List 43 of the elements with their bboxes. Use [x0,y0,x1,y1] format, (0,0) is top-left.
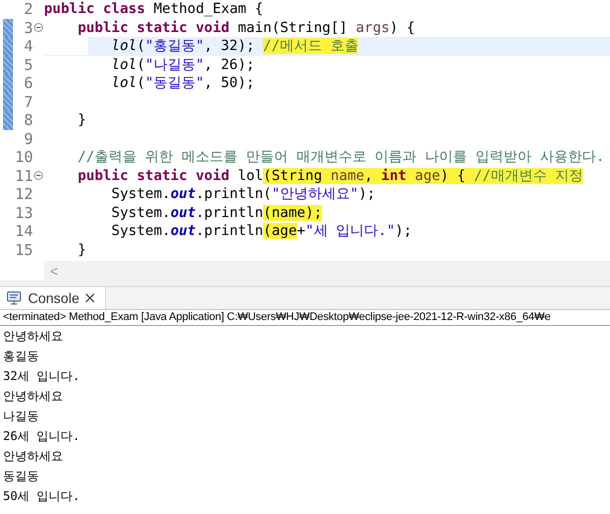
code-editor[interactable] [0,0,610,259]
console-output-line: 홍길동 [3,348,40,365]
code-line: public static void lol(String name, int age) { //매개변수 지정 [76,166,584,185]
code-line: } [76,112,86,128]
console-output-line: 50세 입니다. [3,488,81,505]
line-number: 6 [22,74,33,92]
code-line: lol("나길동", 26); [110,56,255,74]
line-number: 3 [22,18,33,37]
line-number: 14 [14,222,33,240]
horizontal-scrollbar[interactable]: < [44,261,610,280]
code-line: } [76,242,86,258]
line-number: 4 [22,37,33,56]
console-output-line: 32세 입니다. [3,368,81,385]
line-number: 13 [14,204,33,222]
code-line: System.out.println(name); [110,204,322,221]
collapse-icon[interactable] [34,23,43,32]
collapse-icon[interactable] [34,171,43,180]
line-number: 7 [22,92,33,111]
line-number: 11 [14,166,33,185]
line-number: 15 [14,240,33,259]
monitor-icon [6,290,22,306]
line-number: 5 [22,56,33,74]
line-number: 10 [14,148,33,166]
line-number: 2 [22,0,33,18]
console-output-line: 나길동 [3,408,40,425]
code-line: lol("동길동", 50); [110,74,255,92]
console-output-line: 안녕하세요 [3,448,64,465]
close-icon[interactable] [85,293,96,303]
code-line: public static void main(String[] args) { [76,20,415,36]
console-tab[interactable]: Console [0,287,106,309]
line-number: 8 [22,111,33,130]
code-line: System.out.println("안녕하세요"); [110,185,376,204]
scroll-left-button[interactable]: < [50,262,58,278]
line-number: 12 [14,185,33,204]
console-output-line: 안녕하세요 [3,388,64,405]
code-line: public class Method_Exam { [44,1,264,18]
line-number: 9 [22,130,33,148]
code-line: System.out.println(age+"세 입니다."); [110,222,412,240]
code-line: //출력을 위한 메소드를 만들어 매개변수로 이름과 나이를 입력받아 사용한다. [76,148,604,166]
console-output-line: 26세 입니다. [3,428,81,445]
console-output-line: 안녕하세요 [3,328,64,345]
console-output-line: 동길동 [3,468,40,485]
console-status: <terminated> Method_Exam [Java Application] C:₩Users₩HJ₩Desktop₩eclipse-jee-2021-12-R-win32-x86_64₩e [0,310,610,326]
